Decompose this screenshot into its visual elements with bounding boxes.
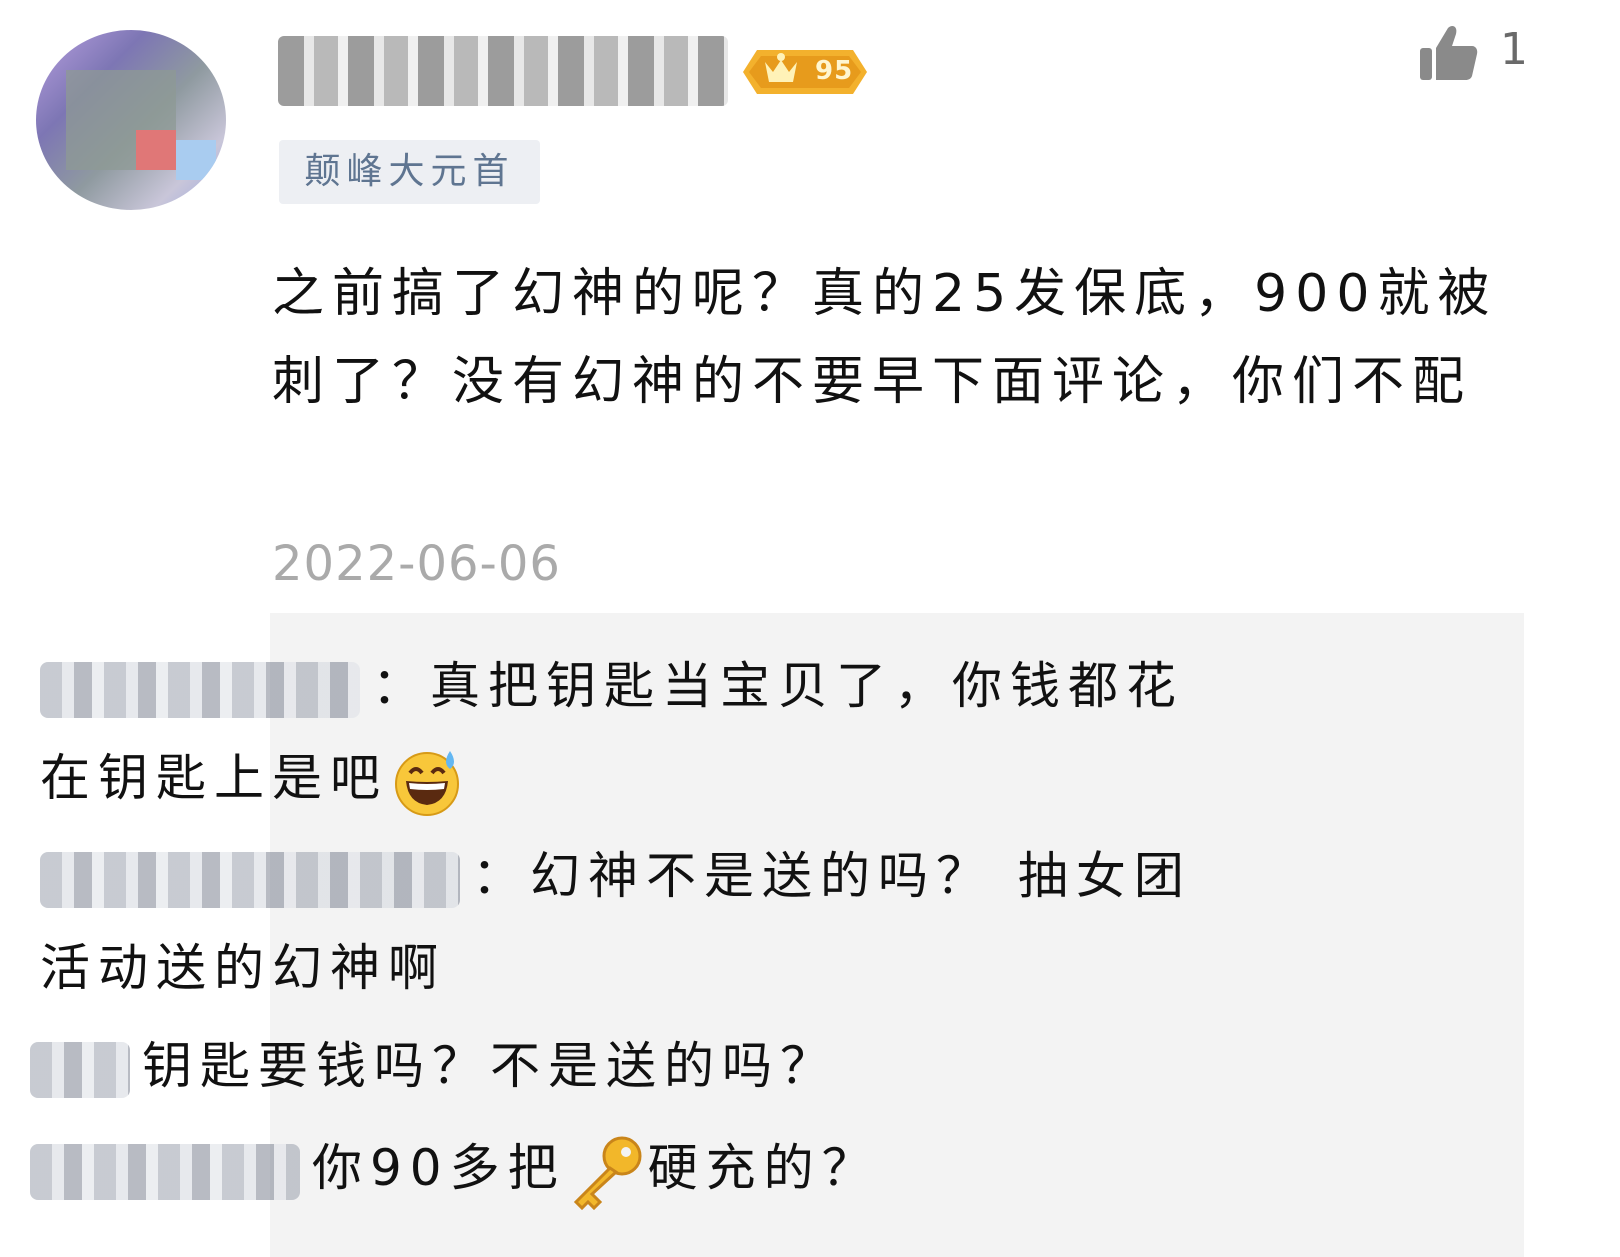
reply-item[interactable]: 钥匙要钱吗？不是送的吗？ <box>30 1020 1210 1112</box>
reply-username-blurred[interactable] <box>30 1143 300 1200</box>
reply-text: 你90多把 <box>312 1139 566 1197</box>
reply-item[interactable]: ：幻神不是送的吗？ 抽女团活动送的幻神啊 <box>40 830 1220 1014</box>
comment-body: 之前搞了幻神的呢？真的25发保底，900就被刺了？没有幻神的不要早下面评论，你们… <box>272 264 1498 412</box>
reply-username-blurred[interactable] <box>40 661 360 718</box>
avatar[interactable] <box>36 30 226 210</box>
reply-username-blurred[interactable] <box>30 1041 130 1098</box>
avatar-blur <box>136 130 176 170</box>
reply-username-blurred[interactable] <box>40 851 460 908</box>
like-count: 1 <box>1500 24 1528 75</box>
reply-text-tail: 硬充的？ <box>647 1139 880 1197</box>
thumbs-up-icon[interactable] <box>1416 20 1480 84</box>
title-tag: 颠峰大元首 <box>279 140 540 204</box>
level-badge-label: 95 <box>815 56 854 86</box>
reply-text: 钥匙要钱吗？不是送的吗？ <box>142 1037 838 1095</box>
reply-item[interactable]: 你90多把 硬充的？ <box>30 1122 1210 1214</box>
comment-date: 2022-06-06 <box>272 536 561 592</box>
reply-item[interactable]: ：真把钥匙当宝贝了，你钱都花在钥匙上是吧 <box>40 640 1220 824</box>
username-blurred[interactable] <box>278 36 728 106</box>
grinning-sweat-emoji <box>395 750 459 816</box>
key-emoji <box>573 1136 642 1210</box>
avatar-blur <box>176 140 216 180</box>
